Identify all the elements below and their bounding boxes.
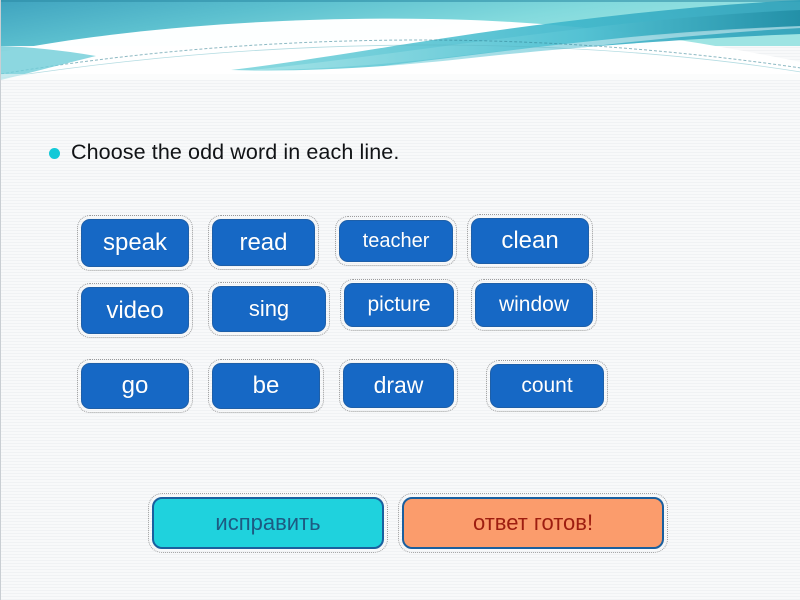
fix-button[interactable]: исправить: [148, 493, 388, 553]
word-button-label: speak: [102, 229, 168, 256]
word-button-window[interactable]: window: [471, 279, 597, 331]
word-button-label: read: [239, 228, 288, 256]
wave-graphic: [1, 0, 800, 80]
word-button-picture[interactable]: picture: [340, 279, 458, 331]
fix-button-label: исправить: [215, 510, 321, 535]
word-button-label: teacher: [362, 229, 430, 252]
slide-canvas: Choose the odd word in each line. speak r…: [0, 0, 800, 600]
ready-button-label: ответ готов!: [472, 510, 594, 535]
ready-button[interactable]: ответ готов!: [398, 493, 668, 553]
word-button-be[interactable]: be: [208, 359, 324, 413]
word-button-label: count: [521, 374, 573, 397]
word-button-draw[interactable]: draw: [339, 359, 458, 412]
word-button-clean[interactable]: clean: [467, 214, 593, 268]
word-button-label: video: [106, 296, 164, 324]
instruction-line: Choose the odd word in each line.: [49, 140, 400, 165]
word-button-video[interactable]: video: [77, 283, 193, 338]
word-button-sing[interactable]: sing: [208, 282, 330, 336]
word-button-label: draw: [373, 372, 424, 398]
word-button-label: picture: [367, 293, 431, 316]
word-button-speak[interactable]: speak: [77, 215, 193, 271]
word-button-count[interactable]: count: [486, 360, 608, 412]
word-button-label: be: [252, 372, 280, 399]
word-button-go[interactable]: go: [77, 359, 193, 413]
instruction-text: Choose the odd word in each line.: [71, 140, 400, 164]
word-button-label: sing: [248, 296, 290, 321]
word-button-label: window: [498, 293, 570, 316]
word-button-read[interactable]: read: [208, 215, 319, 270]
word-button-teacher[interactable]: teacher: [335, 216, 457, 266]
bullet-dot-icon: [49, 148, 60, 160]
decorative-wave-banner: [1, 0, 800, 80]
word-button-label: go: [121, 372, 149, 399]
word-button-label: clean: [501, 227, 559, 254]
